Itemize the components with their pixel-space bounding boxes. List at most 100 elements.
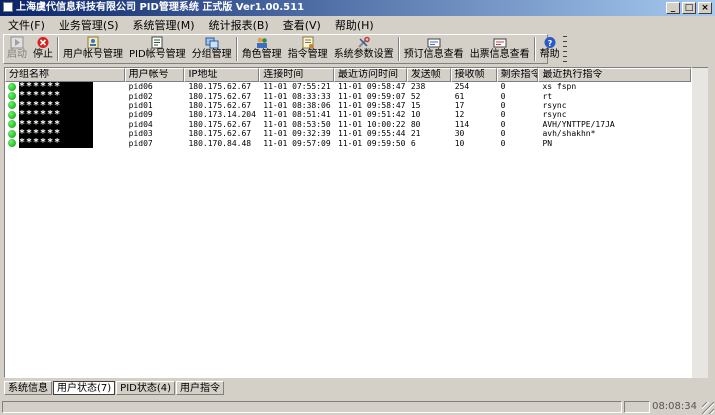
stop-button[interactable]: 停止: [30, 35, 56, 63]
menu-reports[interactable]: 统计报表(B): [209, 17, 269, 33]
cell-connect-time: 11-01 07:55:21: [263, 82, 331, 92]
app-icon: [3, 2, 13, 12]
table-row[interactable]: ****** pid02 180.175.62.67 11-01 08:33:33 11…: [5, 91, 691, 101]
cell-ip: 180.173.14.204: [188, 110, 256, 120]
online-status-icon: [8, 92, 16, 101]
group-name: ******: [19, 119, 93, 129]
table-row[interactable]: ****** pid06 180.175.62.67 11-01 07:55:21 11…: [5, 82, 691, 92]
resize-grip[interactable]: [702, 402, 714, 414]
menu-file[interactable]: 文件(F): [8, 17, 45, 33]
svg-text:?: ?: [547, 39, 552, 48]
user-account-button[interactable]: 用户帐号管理: [60, 35, 126, 63]
tab-user-status[interactable]: 用户状态(7): [53, 381, 116, 395]
cell-remaining: 0: [500, 91, 506, 101]
tab-pid-status[interactable]: PID状态(4): [116, 381, 176, 395]
cell-received: 254: [454, 82, 470, 92]
title-bar: 上海虞代信息科技有限公司 PID管理系统 正式版 Ver1.00.511 _ □…: [0, 0, 715, 16]
column-header-connect-time[interactable]: 连接时间: [259, 68, 335, 82]
cell-last-access: 11-01 09:58:47: [338, 82, 406, 92]
group-name: ******: [19, 91, 93, 101]
cell-sent: 21: [410, 129, 421, 139]
column-header-last-access[interactable]: 最近访问时间: [334, 68, 407, 82]
cell-received: 12: [454, 110, 465, 120]
table-row[interactable]: ****** pid07 180.170.84.48 11-01 09:57:09 11…: [5, 138, 691, 148]
menu-system[interactable]: 系统管理(M): [133, 17, 195, 33]
menu-view[interactable]: 查看(V): [283, 17, 321, 33]
online-status-icon: [8, 110, 16, 119]
minimize-button[interactable]: _: [666, 2, 680, 14]
cell-last-access: 11-01 09:55:44: [338, 129, 406, 139]
start-icon: [10, 36, 24, 49]
toolbar-grip[interactable]: [562, 36, 567, 62]
cell-group: ******: [5, 138, 125, 148]
cell-ip: 180.175.62.67: [188, 82, 252, 92]
bottom-tabs: 系统信息 用户状态(7) PID状态(4) 用户指令: [4, 380, 225, 395]
ticket-view-button[interactable]: 出票信息查看: [467, 35, 533, 63]
group-name: ******: [19, 128, 93, 139]
column-header-last-command[interactable]: 最近执行指令: [538, 68, 691, 82]
status-clock: 08:08:34: [652, 401, 697, 412]
vertical-scrollbar[interactable]: [692, 67, 708, 378]
toolbar-separator: [57, 37, 59, 61]
cell-last-command: xs fspn: [542, 82, 577, 92]
column-header-user[interactable]: 用户帐号: [124, 68, 185, 82]
start-button[interactable]: 启动: [4, 35, 30, 63]
table-row[interactable]: ****** pid01 180.175.62.67 11-01 08:38:06 11…: [5, 100, 691, 111]
settings-button[interactable]: 系统参数设置: [331, 35, 397, 63]
settings-icon: [357, 36, 370, 48]
column-header-ip[interactable]: IP地址: [184, 68, 260, 82]
command-button[interactable]: 指令管理: [285, 35, 331, 63]
maximize-button[interactable]: □: [682, 2, 696, 14]
booking-view-button[interactable]: 预订信息查看: [401, 35, 467, 63]
cell-last-command: AVH/YNTTPE/17JA: [542, 119, 615, 129]
status-panel-small: [624, 401, 650, 413]
table-row[interactable]: ****** pid04 180.175.62.67 11-01 08:53:50 11…: [5, 119, 691, 129]
column-header-remaining[interactable]: 剩余指令: [496, 68, 539, 82]
cell-connect-time: 11-01 09:32:39: [263, 129, 331, 139]
status-panel-main: [2, 401, 622, 413]
tab-system-info[interactable]: 系统信息: [4, 381, 52, 395]
cell-sent: 80: [410, 119, 421, 129]
cell-last-command: rsync: [542, 110, 567, 120]
role-button[interactable]: 角色管理: [239, 35, 285, 63]
user-account-label: 用户帐号管理: [63, 49, 123, 60]
cell-last-command: PN: [542, 138, 553, 148]
cell-sent: 6: [410, 138, 416, 148]
group-icon: [205, 37, 219, 49]
booking-view-label: 预订信息查看: [403, 49, 464, 60]
help-icon: ?: [544, 37, 556, 48]
status-bar: 08:08:34: [0, 399, 715, 415]
pid-account-label: PID帐号管理: [129, 49, 186, 60]
cell-group: ******: [5, 110, 125, 120]
help-button[interactable]: ? 帮助: [537, 35, 563, 63]
toolbar-separator: [235, 37, 238, 61]
column-header-group[interactable]: 分组名称: [5, 68, 125, 82]
cell-received: 61: [454, 91, 465, 101]
menu-help[interactable]: 帮助(H): [335, 17, 374, 33]
column-header-sent[interactable]: 发送帧: [406, 68, 451, 82]
tab-user-commands[interactable]: 用户指令: [176, 381, 225, 395]
table-row[interactable]: ****** pid03 180.175.62.67 11-01 09:32:39 11…: [5, 128, 691, 139]
group-name: ******: [19, 82, 93, 92]
role-label: 角色管理: [241, 49, 282, 60]
pid-account-button[interactable]: PID帐号管理: [126, 35, 189, 63]
group-button[interactable]: 分组管理: [189, 35, 235, 63]
cell-user: pid02: [128, 91, 153, 101]
menu-business[interactable]: 业务管理(S): [59, 17, 119, 33]
menu-bar: 文件(F) 业务管理(S) 系统管理(M) 统计报表(B) 查看(V) 帮助(H…: [0, 16, 715, 33]
cell-remaining: 0: [500, 119, 506, 129]
close-button[interactable]: ×: [698, 2, 712, 14]
cell-connect-time: 11-01 09:57:09: [263, 138, 331, 148]
cell-last-access: 11-01 09:59:50: [338, 138, 406, 148]
column-header-received[interactable]: 接收帧: [450, 68, 497, 82]
cell-ip: 180.175.62.67: [188, 100, 252, 110]
cell-sent: 10: [410, 110, 421, 120]
cell-group: ******: [5, 82, 125, 92]
cell-sent: 15: [410, 100, 421, 110]
cell-last-command: avh/shakhn*: [542, 129, 596, 139]
list-body: ****** pid06 180.175.62.67 11-01 07:55:21 11…: [5, 82, 691, 148]
cell-connect-time: 11-01 08:33:33: [263, 91, 331, 101]
user-status-list[interactable]: 分组名称 用户帐号 IP地址 连接时间 最近访问时间 发送帧 接收帧 剩余指令 …: [4, 67, 692, 378]
table-row[interactable]: ****** pid09 180.173.14.204 11-01 08:51:41 1…: [5, 110, 691, 120]
online-status-icon: [8, 120, 16, 129]
